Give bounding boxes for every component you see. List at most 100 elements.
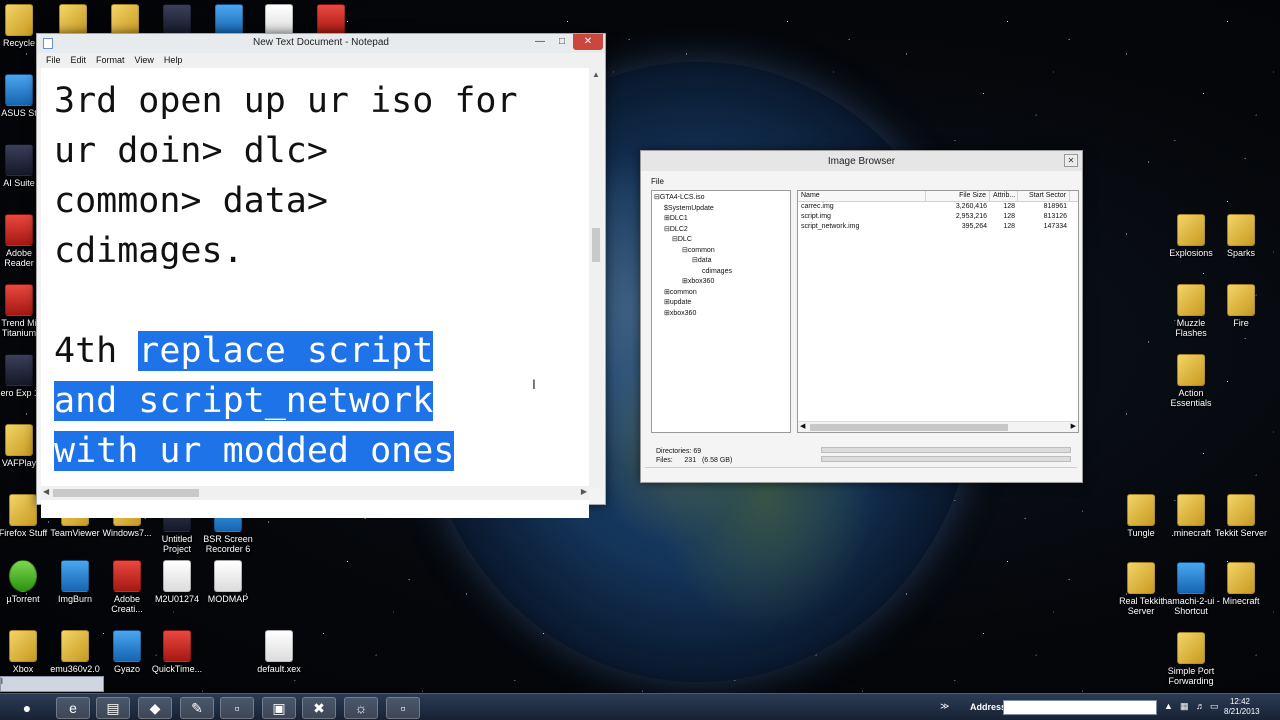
desktop-icon[interactable]: M2U01274	[148, 560, 206, 604]
tree-node[interactable]: ⊟DLC2	[664, 225, 688, 235]
desktop-icon[interactable]: Tekkit Server	[1212, 494, 1270, 538]
color-app-icon[interactable]: ▣	[262, 697, 296, 719]
table-row[interactable]: carrec.img 3,260,416 128 818961	[798, 202, 1078, 212]
clock-app-icon	[215, 4, 243, 36]
menu-edit[interactable]: Edit	[66, 53, 92, 68]
desktop-icon[interactable]: default.xex	[250, 630, 308, 674]
desktop-icon[interactable]: ImgBurn	[46, 560, 104, 604]
vertical-scroll-thumb[interactable]	[592, 228, 600, 262]
desktop-icon[interactable]: Fire	[1212, 284, 1270, 328]
clock[interactable]: 12:42 8/21/2013	[1224, 697, 1260, 717]
desktop-icon-label: Xbox	[12, 664, 34, 674]
scroll-left-arrow-icon[interactable]: ◀	[43, 487, 49, 496]
scroll-right-arrow-icon[interactable]: ▶	[1071, 422, 1076, 430]
image-browser-titlebar[interactable]: Image Browser ✕	[641, 151, 1082, 171]
folder-icon	[1227, 214, 1255, 246]
horizontal-scroll-thumb[interactable]	[53, 489, 199, 497]
start-orb-icon[interactable]: ●	[10, 697, 44, 719]
tree-node[interactable]: ⊟common	[682, 246, 715, 256]
table-row[interactable]: script.img 2,953,216 128 813126	[798, 212, 1078, 222]
network-icon[interactable]: ▦	[1180, 701, 1189, 712]
minimize-button[interactable]: —	[529, 34, 551, 50]
tree-node-label: DLC	[677, 236, 692, 243]
tree-node[interactable]: ⊞common	[664, 288, 697, 298]
table-row[interactable]: script_network.img 395,264 128 147334	[798, 222, 1078, 232]
image-browser-icon[interactable]: ▫	[386, 697, 420, 719]
utorrent-icon	[9, 560, 37, 592]
tray-icons[interactable]: ≫	[940, 701, 949, 712]
scroll-left-arrow-icon[interactable]: ◀	[800, 422, 805, 430]
tree-node[interactable]: ⊟GTA4-LCS.iso	[654, 193, 704, 203]
notepad-text-area[interactable]: 3rd open up ur iso for ur doin> dlc> com…	[41, 68, 589, 518]
tree-node[interactable]: ⊟DLC	[672, 235, 692, 245]
menu-file[interactable]: File	[41, 53, 66, 68]
file-name: script.img	[801, 213, 831, 220]
file-size: 2,953,216	[955, 213, 987, 220]
file-explorer-icon[interactable]: ▤	[96, 697, 130, 719]
ai-suite-icon	[5, 144, 33, 176]
security-app-icon[interactable]: ◆	[138, 697, 172, 719]
desktop-icon[interactable]: Simple Port Forwarding	[1162, 632, 1220, 686]
internet-explorer-icon[interactable]: e	[56, 697, 90, 719]
files-size: (6.58 GB)	[701, 457, 733, 464]
recycle-bin-icon	[5, 4, 33, 36]
desktop-icon[interactable]: QuickTime...	[148, 630, 206, 674]
desktop-icon[interactable]: Minecraft	[1212, 562, 1270, 606]
tree-node[interactable]: ⊞update	[664, 298, 691, 308]
file-attrib: 128	[1003, 223, 1015, 230]
desktop-icon-label: default.xex	[257, 664, 301, 674]
tree-node-label: DLC1	[669, 215, 688, 222]
column-name[interactable]: Name	[798, 191, 926, 201]
column-start-sector[interactable]: Start Sector	[1018, 191, 1070, 201]
menu-format[interactable]: Format	[91, 53, 130, 68]
image-browser-window[interactable]: Image Browser ✕ File ⊟GTA4-LCS.iso $Syste…	[640, 150, 1083, 483]
tree-node[interactable]: ⊞DLC1	[664, 214, 688, 224]
desktop-icon[interactable]: Sparks	[1212, 214, 1270, 258]
close-button[interactable]: ✕	[573, 34, 603, 50]
desktop-icon[interactable]: Xbox	[0, 630, 52, 674]
desktop-icon[interactable]: Action Essentials	[1162, 354, 1220, 408]
files-count: 231	[684, 457, 697, 464]
tree-node[interactable]: ⊞xbox360	[664, 309, 696, 319]
notepad-horizontal-scrollbar[interactable]: ◀ ▶	[41, 486, 589, 500]
minimized-window-tab[interactable]: l	[0, 676, 104, 692]
folder-tree[interactable]: ⊟GTA4-LCS.iso $SystemUpdate ⊞DLC1 ⊟DLC2 ⊟DLC…	[651, 190, 791, 433]
gyazo-icon[interactable]: ✎	[180, 697, 214, 719]
file-name: script_network.img	[801, 223, 860, 230]
notepad-title: New Text Document - Notepad	[253, 37, 389, 48]
menu-help[interactable]: Help	[159, 53, 188, 68]
tree-node[interactable]: $SystemUpdate	[664, 204, 714, 214]
firefox-icon[interactable]: ☼	[344, 697, 378, 719]
xbox-tool-icon[interactable]: ✖	[302, 697, 336, 719]
address-input[interactable]	[1003, 700, 1157, 715]
notepad-titlebar[interactable]: New Text Document - Notepad — □ ✕	[37, 34, 605, 53]
volume-icon[interactable]: ♬	[1196, 701, 1205, 711]
file-list-scroll-thumb[interactable]	[810, 424, 1008, 431]
desktop-icon[interactable]: MODMAP	[199, 560, 257, 604]
text-line: 3rd open up ur iso for	[54, 81, 518, 121]
scroll-right-arrow-icon[interactable]: ▶	[581, 487, 587, 496]
vlc-icon	[5, 424, 33, 456]
column-attrib[interactable]: Attrib...	[990, 191, 1018, 201]
desktop-icon[interactable]: µTorrent	[0, 560, 52, 604]
tree-node[interactable]: cdimages	[702, 267, 732, 277]
scroll-up-arrow-icon[interactable]: ▲	[592, 70, 600, 79]
menu-file[interactable]: File	[651, 177, 664, 186]
nero-icon	[5, 354, 33, 386]
desktop-icon[interactable]: emu360v2.0	[46, 630, 104, 674]
file-list-horizontal-scrollbar[interactable]: ◀ ▶	[798, 421, 1078, 432]
notepad-vertical-scrollbar[interactable]: ▲	[589, 68, 603, 488]
file-size: 395,264	[961, 223, 987, 230]
column-file-size[interactable]: File Size	[926, 191, 990, 201]
maximize-button[interactable]: □	[551, 34, 573, 50]
tree-node[interactable]: ⊞xbox360	[682, 277, 714, 287]
menu-view[interactable]: View	[130, 53, 159, 68]
image-browser-close-button[interactable]: ✕	[1064, 154, 1078, 167]
battery-icon[interactable]: ▭	[1210, 701, 1219, 712]
tree-node[interactable]: ⊟data	[692, 256, 712, 266]
notepad-window[interactable]: New Text Document - Notepad — □ ✕ File E…	[36, 33, 606, 518]
notepad-icon[interactable]: ▫	[220, 697, 254, 719]
gyazo-icon	[113, 630, 141, 662]
file-list[interactable]: Name File Size Attrib... Start Sector ca…	[797, 190, 1079, 433]
tray-expand-icon[interactable]: ▲	[1164, 701, 1173, 711]
